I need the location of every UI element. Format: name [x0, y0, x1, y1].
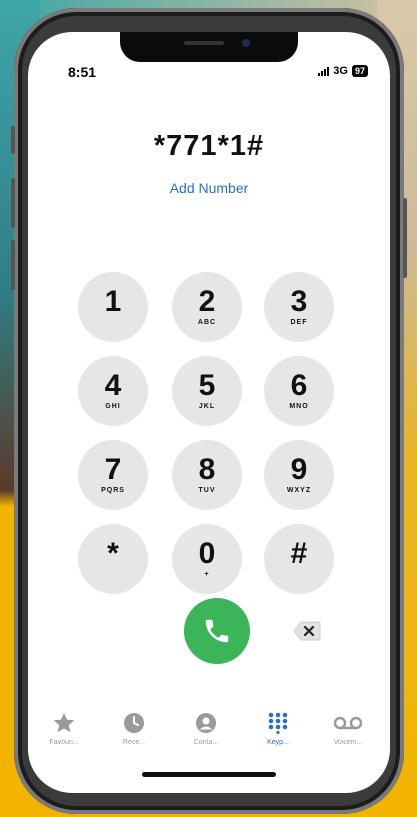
backspace-icon [293, 621, 321, 641]
key-digit: * [107, 537, 119, 570]
key-3[interactable]: 3 DEF [264, 272, 334, 342]
power-button [403, 198, 407, 278]
key-digit: 1 [104, 285, 122, 318]
key-2[interactable]: 2 ABC [172, 272, 242, 342]
key-0[interactable]: 0 + [172, 524, 242, 594]
key-digit: 7 [104, 453, 122, 486]
key-letters: ABC [197, 319, 217, 326]
status-indicators: 3G 97 [318, 65, 368, 77]
key-digit: 5 [198, 369, 216, 402]
key-star[interactable]: * [78, 524, 148, 594]
tab-voicemail[interactable]: Voicem... [318, 710, 378, 746]
key-1[interactable]: 1 [78, 272, 148, 342]
key-digit: 3 [290, 285, 308, 318]
tab-label: Conta... [193, 739, 219, 746]
tab-bar: Favouri... Rece... Conta... Keyp... Voic… [28, 710, 390, 760]
battery-icon: 97 [351, 65, 368, 77]
network-type: 3G [333, 65, 348, 77]
key-letters: TUV [198, 487, 216, 494]
key-letters: MNO [289, 403, 309, 410]
tab-label: Favouri... [49, 739, 79, 746]
status-time: 8:51 [68, 64, 97, 80]
speaker [184, 41, 224, 45]
key-7[interactable]: 7 PQRS [78, 440, 148, 510]
phone-icon [205, 619, 229, 643]
key-9[interactable]: 9 WXYZ [264, 440, 334, 510]
add-number-link[interactable]: Add Number [28, 180, 390, 196]
tab-contacts[interactable]: Conta... [176, 710, 236, 746]
mute-switch [11, 126, 15, 154]
key-digit: 2 [198, 285, 216, 318]
keypad-icon [268, 712, 288, 734]
tab-label: Voicem... [333, 739, 363, 746]
phone-frame: 8:51 3G 97 *771*1# Add Number 1 2 ABC 3 … [11, 8, 407, 814]
key-digit: # [290, 537, 308, 570]
key-hash[interactable]: # [264, 524, 334, 594]
phone-screen: 8:51 3G 97 *771*1# Add Number 1 2 ABC 3 … [28, 32, 390, 793]
key-letters: GHI [105, 403, 121, 410]
tab-favourites[interactable]: Favouri... [34, 710, 94, 746]
key-digit: 8 [198, 453, 216, 486]
front-camera [242, 39, 250, 47]
key-letters: WXYZ [286, 487, 312, 494]
key-8[interactable]: 8 TUV [172, 440, 242, 510]
volume-down-button [11, 240, 15, 290]
tab-label: Keyp... [267, 739, 289, 746]
key-6[interactable]: 6 MNO [264, 356, 334, 426]
contact-icon [196, 713, 216, 733]
clock-icon [124, 713, 144, 733]
key-digit: 9 [290, 453, 308, 486]
key-digit: 6 [290, 369, 308, 402]
dialed-number[interactable]: *771*1# [28, 130, 390, 163]
key-4[interactable]: 4 GHI [78, 356, 148, 426]
key-letters: DEF [290, 319, 308, 326]
voicemail-icon [333, 716, 363, 730]
tab-label: Rece... [122, 739, 146, 746]
signal-icon [318, 66, 330, 76]
key-letters: PQRS [101, 487, 125, 494]
key-letters: + [204, 571, 210, 578]
key-letters: JKL [198, 403, 216, 410]
delete-button[interactable] [292, 620, 322, 642]
tab-keypad[interactable]: Keyp... [248, 710, 308, 746]
home-indicator [142, 772, 276, 777]
tab-recents[interactable]: Rece... [104, 710, 164, 746]
key-digit: 4 [104, 369, 122, 402]
volume-up-button [11, 178, 15, 228]
star-icon [53, 713, 75, 733]
key-5[interactable]: 5 JKL [172, 356, 242, 426]
key-digit: 0 [198, 537, 216, 570]
call-button[interactable] [184, 598, 250, 664]
notch [120, 32, 298, 62]
